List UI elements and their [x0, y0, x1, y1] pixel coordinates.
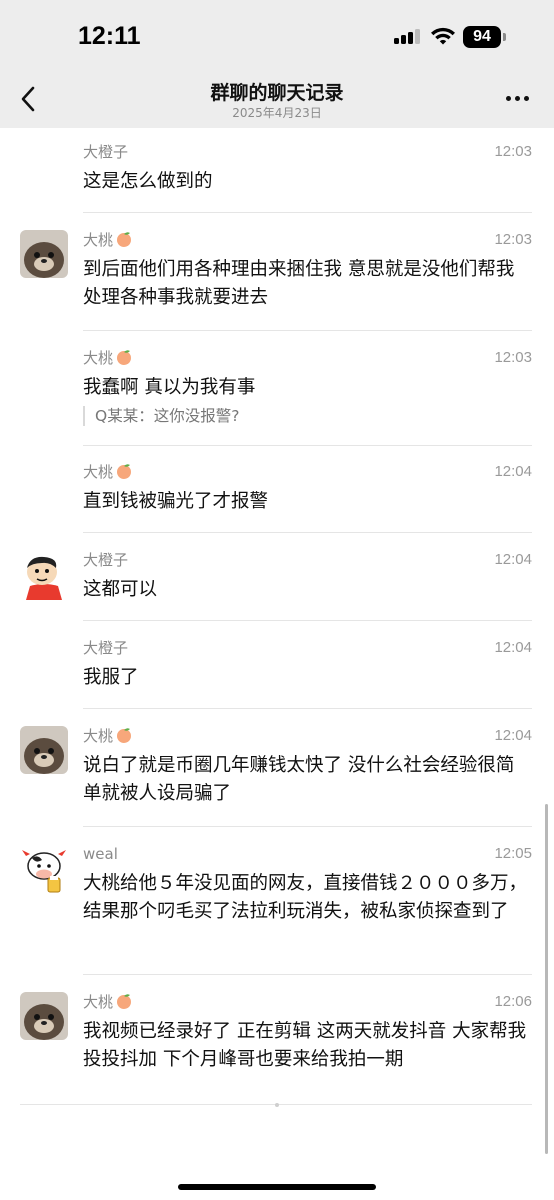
sender-name: weal — [83, 845, 118, 863]
divider — [83, 826, 532, 827]
message-text: 直到钱被骗光了才报警 — [83, 491, 269, 512]
divider — [83, 212, 532, 213]
list-end-dot — [275, 1103, 279, 1107]
avatar-otter[interactable] — [20, 992, 68, 1040]
nav-bar: 群聊的聊天记录 2025年4月23日 — [0, 74, 554, 128]
message-time: 12:03 — [494, 231, 532, 248]
avatar-otter[interactable] — [20, 230, 68, 278]
message-text: 到后面他们用各种理由来捆住我 意思就是没他们帮我处理各种事我就要进去 — [83, 259, 515, 308]
message-time: 12:05 — [494, 845, 532, 862]
status-bar: 12:11 94 — [0, 0, 554, 74]
home-indicator[interactable] — [178, 1184, 376, 1190]
peach-emoji-icon — [117, 232, 132, 247]
message-text: 这都可以 — [83, 579, 158, 600]
peach-emoji-icon — [117, 994, 132, 1009]
divider — [83, 532, 532, 533]
peach-emoji-icon — [117, 350, 132, 365]
message-time: 12:03 — [494, 143, 532, 160]
divider — [83, 974, 532, 975]
message-time: 12:03 — [494, 349, 532, 366]
sender-name: 大橙子 — [83, 639, 129, 657]
message-text: 说白了就是币圈几年赚钱太快了 没什么社会经验很简单就被人设局骗了 — [83, 755, 515, 804]
sender-name: 大桃 — [83, 230, 133, 250]
message-time: 12:04 — [494, 639, 532, 656]
avatar-cow[interactable] — [20, 846, 68, 894]
sender-name: 大桃 — [83, 726, 133, 746]
battery-tip — [503, 33, 506, 41]
battery-icon: 94 — [463, 26, 501, 48]
sender-name: 大桃 — [83, 348, 133, 368]
sender-name: 大桃 — [83, 462, 133, 482]
more-dots-icon[interactable] — [500, 90, 534, 106]
scrollbar[interactable] — [545, 804, 548, 1154]
message-text: 我服了 — [83, 667, 139, 688]
quoted-message[interactable]: Q某某：这你没报警? — [83, 406, 239, 426]
avatar-otter[interactable] — [20, 726, 68, 774]
message-time: 12:04 — [494, 727, 532, 744]
sender-name: 大橙子 — [83, 143, 129, 161]
sender-name: 大桃 — [83, 992, 133, 1012]
page-subtitle: 2025年4月23日 — [232, 106, 322, 120]
sender-name: 大橙子 — [83, 551, 129, 569]
message-text: 这是怎么做到的 — [83, 171, 213, 192]
page-title: 群聊的聊天记录 — [210, 82, 344, 104]
message-time: 12:04 — [494, 551, 532, 568]
divider — [83, 708, 532, 709]
message-text: 大桃给他５年没见面的网友，直接借钱２０００多万，结果那个叼毛买了法拉利玩消失，被… — [83, 873, 528, 922]
peach-emoji-icon — [117, 464, 132, 479]
avatar-cartoon-boy[interactable] — [20, 552, 68, 600]
message-time: 12:04 — [494, 463, 532, 480]
chat-record-list[interactable]: 大橙子 12:03 这是怎么做到的 大桃 12:03 到后面他们用各种理由来捆住… — [0, 128, 554, 1128]
message-time: 12:06 — [494, 993, 532, 1010]
divider — [83, 620, 532, 621]
divider — [83, 445, 532, 446]
cellular-signal-icon — [394, 28, 420, 44]
status-time: 12:11 — [78, 22, 141, 50]
divider — [83, 330, 532, 331]
wifi-icon — [431, 27, 455, 45]
message-text: 我视频已经录好了 正在剪辑 这两天就发抖音 大家帮我投投抖加 下个月峰哥也要来给… — [83, 1021, 527, 1070]
message-text: 我蠢啊 真以为我有事 — [83, 377, 256, 398]
peach-emoji-icon — [117, 728, 132, 743]
